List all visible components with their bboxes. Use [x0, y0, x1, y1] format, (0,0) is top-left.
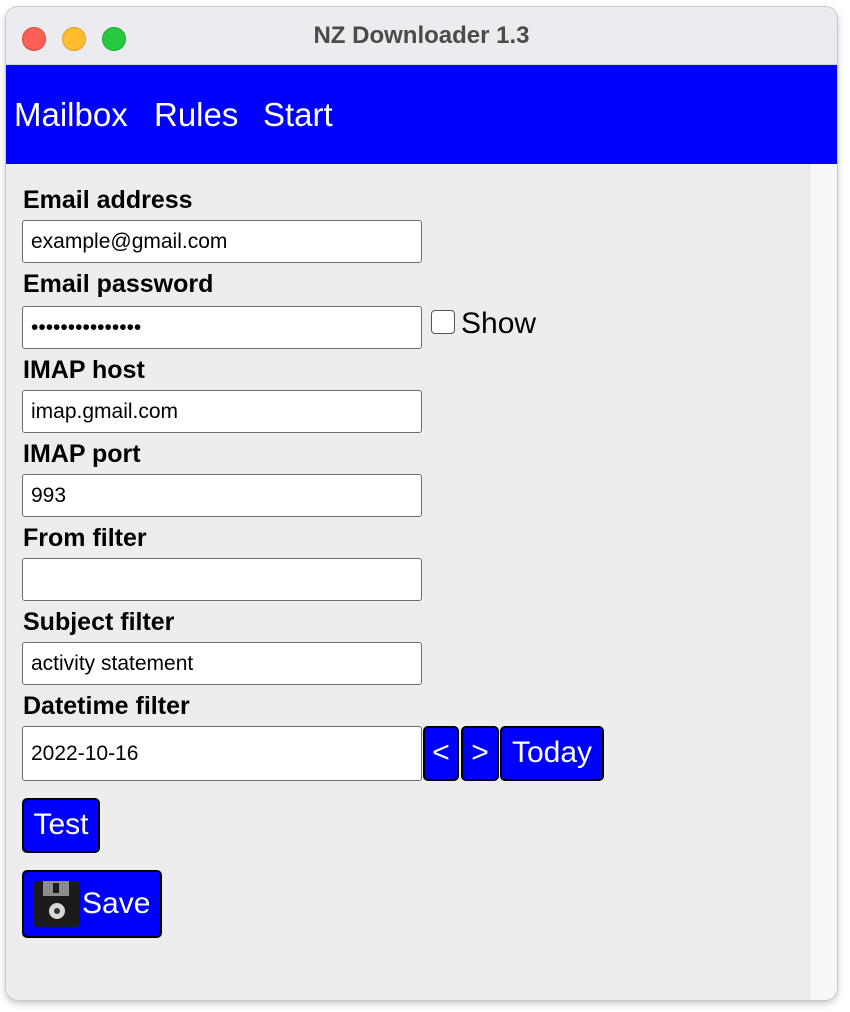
imap-port-label: IMAP port	[23, 440, 141, 468]
email-password-input[interactable]	[22, 306, 422, 349]
datetime-filter-input[interactable]	[22, 726, 422, 781]
app-window: NZ Downloader 1.3 Mailbox Rules Start Em…	[6, 7, 837, 1000]
subject-filter-input[interactable]	[22, 642, 422, 685]
imap-host-input[interactable]	[22, 390, 422, 433]
datetime-filter-label: Datetime filter	[23, 692, 190, 720]
show-password-checkbox[interactable]	[431, 310, 455, 334]
email-password-label: Email password	[23, 270, 214, 298]
save-button-label: Save	[82, 887, 151, 920]
imap-port-input[interactable]	[22, 474, 422, 517]
nav-item-mailbox[interactable]: Mailbox	[14, 96, 128, 134]
prev-date-button[interactable]: <	[423, 726, 459, 781]
title-bar: NZ Downloader 1.3	[6, 7, 837, 65]
subject-filter-label: Subject filter	[23, 608, 175, 636]
vertical-scrollbar[interactable]	[809, 164, 837, 1000]
nav-item-rules[interactable]: Rules	[154, 96, 238, 134]
nav-bar: Mailbox Rules Start	[6, 65, 837, 164]
from-filter-label: From filter	[23, 524, 147, 552]
next-date-button[interactable]: >	[461, 726, 499, 781]
show-password-label[interactable]: Show	[461, 307, 536, 341]
nav-item-start[interactable]: Start	[263, 96, 333, 134]
window-title: NZ Downloader 1.3	[313, 22, 530, 49]
from-filter-input[interactable]	[22, 558, 422, 601]
today-button[interactable]: Today	[500, 726, 604, 781]
email-address-input[interactable]	[22, 220, 422, 263]
test-button[interactable]: Test	[22, 798, 100, 853]
imap-host-label: IMAP host	[23, 356, 145, 384]
email-address-label: Email address	[23, 186, 193, 214]
floppy-disk-icon	[34, 881, 80, 927]
save-button[interactable]: Save	[22, 870, 162, 938]
